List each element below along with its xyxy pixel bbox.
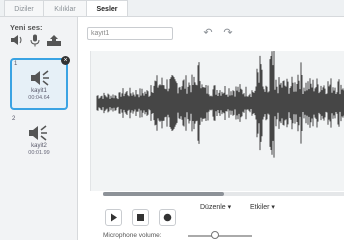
sound-thumbnail-icon: [30, 70, 52, 88]
speaker-library-icon[interactable]: [10, 34, 24, 48]
stop-button[interactable]: [132, 209, 149, 226]
sound-name: kayit1: [31, 88, 47, 94]
sound-number: 2: [12, 116, 16, 122]
slider-knob[interactable]: [210, 231, 219, 239]
redo-icon[interactable]: ↷: [221, 26, 235, 40]
sound-item-kayit1[interactable]: 1 × kayit1 00:04.64: [10, 56, 70, 110]
sound-duration: 00:04.64: [28, 95, 50, 101]
microphone-volume-slider[interactable]: [188, 231, 252, 239]
undo-icon[interactable]: ↶: [201, 26, 215, 40]
play-button[interactable]: [105, 209, 122, 226]
upload-icon[interactable]: [46, 34, 62, 49]
waveform: [96, 48, 344, 158]
microphone-volume-label: Microphone volume:: [103, 232, 162, 239]
sound-thumbnail-icon: [28, 125, 50, 143]
sound-editor: ↶ ↷ Düzenle ▾ Etkiler ▾ Microphone volum…: [78, 17, 344, 240]
tab-scripts[interactable]: Diziler: [4, 0, 44, 17]
scrollbar-thumb[interactable]: [103, 192, 224, 196]
sound-name: kayit2: [31, 143, 47, 149]
tab-bar: Diziler Kılıklar Sesler: [0, 0, 344, 18]
delete-sound-icon[interactable]: ×: [61, 56, 70, 65]
waveform-scrollbar[interactable]: [103, 192, 344, 196]
sound-name-input[interactable]: [87, 27, 173, 40]
sound-number: 1: [14, 61, 18, 67]
effects-menu[interactable]: Etkiler ▾: [250, 203, 275, 211]
edit-menu[interactable]: Düzenle ▾: [200, 203, 231, 211]
sound-duration: 00:01.99: [28, 150, 50, 156]
waveform-area[interactable]: [90, 48, 344, 191]
sound-item-kayit2[interactable]: 2 kayit2 00:01.99: [10, 115, 68, 167]
tab-costumes[interactable]: Kılıklar: [43, 0, 87, 17]
new-sound-buttons: [10, 34, 75, 50]
sound-list-panel: Yeni ses: 1 × kayit1 00:04.64 2 kayit2 0…: [0, 17, 78, 240]
new-sound-label: Yeni ses:: [10, 23, 43, 32]
record-button[interactable]: [159, 209, 176, 226]
microphone-icon[interactable]: [29, 34, 41, 49]
